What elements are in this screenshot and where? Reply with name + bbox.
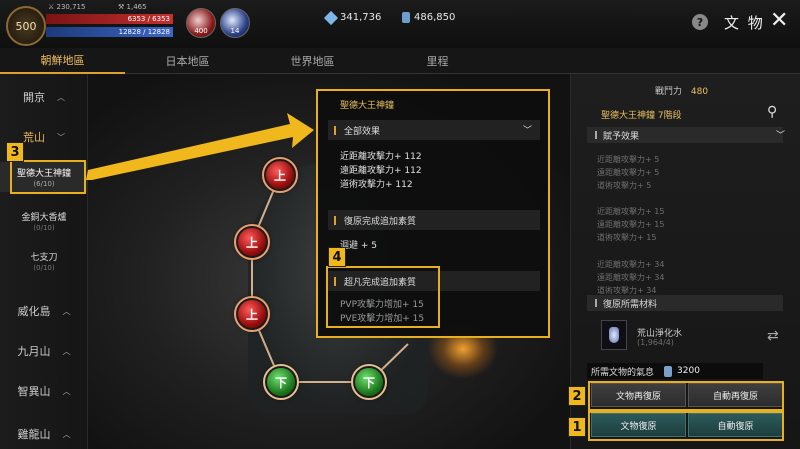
effect-line: 近距離攻擊力+ 34 [597, 260, 665, 269]
popup-title: 聖德大王神鐘 [340, 101, 395, 111]
annotation-tag-3: 3 [6, 142, 24, 162]
restore-bonus-header: 復原完成追加素質 [328, 210, 540, 230]
section-marker [595, 131, 597, 139]
combat-value: 480 [690, 87, 709, 97]
energy-row: 所需文物的氣息 3200 [587, 363, 763, 379]
energy-value: 3200 [677, 366, 700, 376]
chevron-down-icon: ﹀ [522, 126, 532, 136]
all-effects-dropdown[interactable]: 全部效果 ﹀ [328, 120, 540, 140]
effect-line: 道術攻擊力+ 15 [597, 233, 657, 242]
effect-line: 近距離攻擊力+ 112 [340, 152, 422, 162]
effect-line: 近距離攻擊力+ 5 [597, 155, 660, 164]
effect-line: 道術攻擊力+ 112 [340, 180, 413, 190]
combat-power: 戰鬥力 480 [655, 84, 708, 97]
effect-line: 遠距離攻擊力+ 15 [597, 220, 665, 229]
artifact-stage: 聖德大王神鐘 7階段 [601, 111, 682, 121]
effect-line: 遠距離攻擊力+ 34 [597, 273, 665, 282]
section-marker [595, 299, 597, 307]
energy-label: 所需文物的氣息 [591, 367, 655, 378]
grant-effect-label: 賦予效果 [603, 131, 640, 142]
highlight-box-1 [588, 411, 784, 441]
highlight-box-4 [326, 266, 440, 328]
section-marker [334, 125, 336, 135]
highlight-box-3 [10, 160, 86, 194]
refresh-icon[interactable]: ⇄ [767, 328, 779, 344]
combat-label: 戰鬥力 [655, 87, 683, 97]
all-effects-label: 全部效果 [344, 126, 381, 137]
material-count: (1,964/4) [637, 338, 674, 347]
restore-bonus-label: 復原完成追加素質 [344, 216, 417, 227]
effect-line: 道術攻擊力+ 5 [597, 181, 652, 190]
grant-effect-header[interactable]: 賦予效果 ﹀ [587, 127, 785, 143]
materials-header: 復原所需材料 [587, 295, 783, 311]
materials-label: 復原所需材料 [603, 299, 658, 310]
annotation-tag-4: 4 [328, 247, 346, 267]
highlight-box-2 [588, 381, 784, 411]
section-marker [334, 215, 336, 225]
search-icon[interactable]: ⚲ [767, 104, 777, 120]
annotation-tag-1: 1 [568, 417, 586, 437]
annotation-tag-2: 2 [568, 386, 586, 406]
material-slot[interactable] [601, 320, 627, 350]
potion-bottle-icon [609, 327, 619, 343]
effect-line: 遠距離攻擊力+ 112 [340, 166, 422, 176]
chevron-down-icon: ﹀ [775, 131, 785, 141]
energy-icon [664, 365, 673, 377]
effect-line: 近距離攻擊力+ 15 [597, 207, 665, 216]
effect-line: 遠距離攻擊力+ 5 [597, 168, 660, 177]
